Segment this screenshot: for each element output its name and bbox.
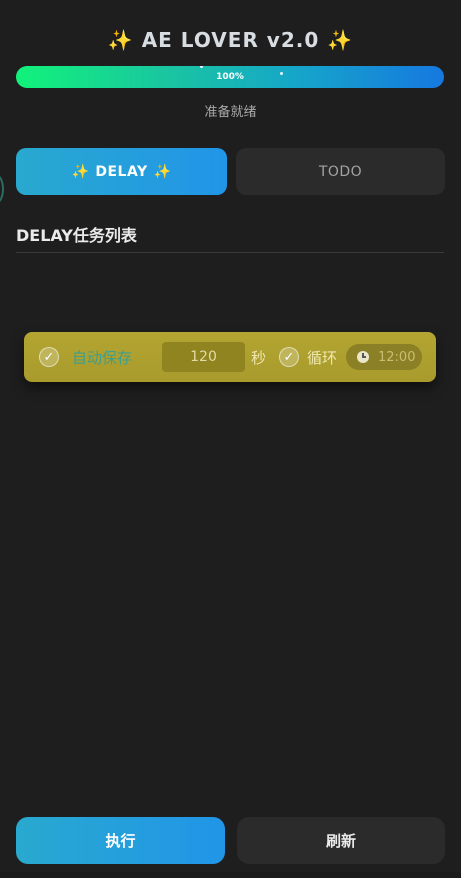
loop-label: 循环 [307,349,338,367]
section-title: DELAY任务列表 [16,226,137,245]
autosave-label: 自动保存 [72,349,133,367]
bottom-strip [0,872,461,878]
check-icon: ✓ [283,349,295,365]
sparkle-icon: ✨ [327,28,354,52]
sparkle-icon: ✨ [107,28,134,52]
tab-todo-label: TODO [318,163,363,180]
clock-icon [357,351,369,363]
time-value: 12:00 [378,349,416,365]
sparkle-icon: ✨ [71,163,90,180]
app-title-text: AE LOVER v2.0 [141,28,320,52]
autosave-checkbox[interactable]: ✓ [39,347,59,367]
tab-delay-label: DELAY [95,163,148,180]
app-title: ✨ AE LOVER v2.0 ✨ [0,28,461,52]
loop-checkbox[interactable]: ✓ [279,347,299,367]
floating-handle[interactable] [0,174,4,204]
seconds-input[interactable] [162,342,245,372]
sparkle-icon: ✨ [153,163,172,180]
app-window: ✨ AE LOVER v2.0 ✨ 100% 准备就绪 ✨ DELAY ✨ TO… [0,0,461,878]
refresh-button[interactable]: 刷新 [237,817,445,864]
progress-bar: 100% [16,66,444,88]
progress-label: 100% [216,72,244,82]
tab-todo[interactable]: TODO [236,148,445,195]
delay-task-card: ✓ 自动保存 秒 ✓ 循环 12:00 [24,332,436,382]
seconds-unit: 秒 [251,349,267,367]
tab-delay[interactable]: ✨ DELAY ✨ [16,148,227,195]
time-picker[interactable]: 12:00 [346,344,422,370]
section-divider [16,252,444,253]
status-text: 准备就绪 [204,105,257,120]
check-icon: ✓ [43,349,55,365]
run-button[interactable]: 执行 [16,817,225,864]
